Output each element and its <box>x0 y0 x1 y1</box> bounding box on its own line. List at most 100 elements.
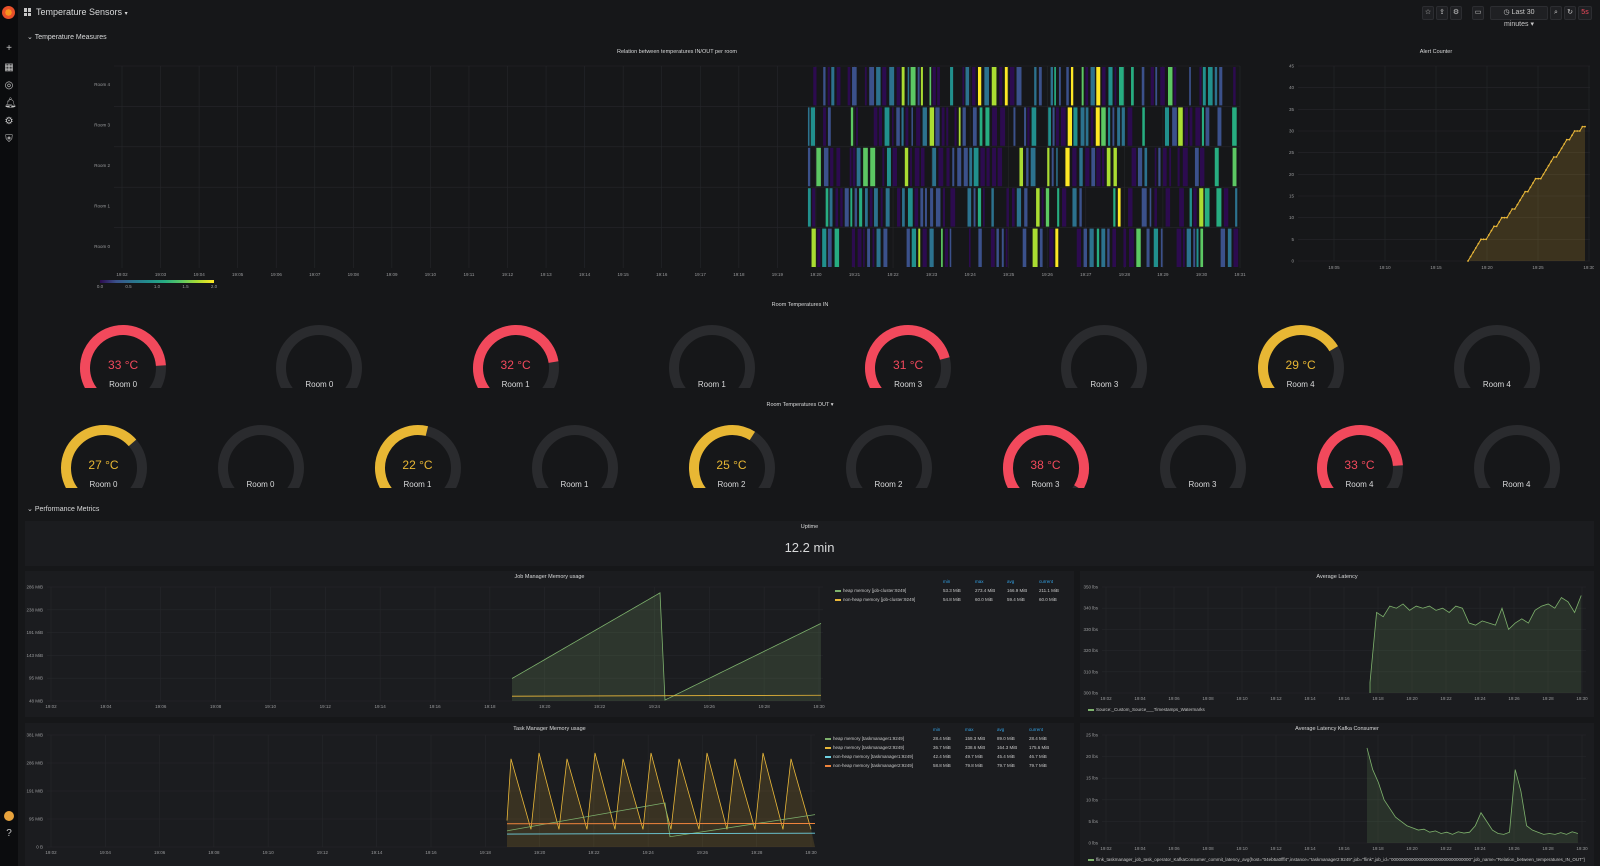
help-icon[interactable]: ? <box>4 829 14 839</box>
heatmap-cell <box>932 67 936 106</box>
average-latency-legend[interactable]: Source:_Custom_Source___Timestamps_Water… <box>1088 707 1205 712</box>
legend-value: 49.7 MiB <box>965 754 983 759</box>
kafka-x-label: 19:04 <box>1134 846 1146 851</box>
refresh-icon[interactable]: ↻ <box>1564 6 1576 20</box>
zoom-out-icon[interactable]: ⌕ <box>1550 6 1562 20</box>
legend-header[interactable]: current <box>1029 727 1043 732</box>
heatmap-cell <box>1057 188 1060 227</box>
gauge-value: 38 °C <box>1030 458 1061 472</box>
legend-header[interactable]: max <box>975 579 984 584</box>
kafka-x-label: 19:12 <box>1270 846 1282 851</box>
heatmap-cell <box>884 107 890 146</box>
plus-icon[interactable]: + <box>4 44 14 54</box>
legend-series[interactable]: heap memory [taskmanager1:9249] <box>825 736 904 741</box>
heatmap-scale-label: 1.0 <box>154 284 161 289</box>
heatmap-cell <box>992 107 997 146</box>
legend-header[interactable]: current <box>1039 579 1053 584</box>
heatmap-cell <box>1024 107 1027 146</box>
alert-y-label: 25 <box>1289 150 1295 155</box>
heatmap-cell <box>872 228 875 267</box>
heatmap-cell <box>1155 67 1158 106</box>
heatmap-cell <box>1066 67 1069 106</box>
heatmap-cell <box>1080 107 1085 146</box>
legend-series[interactable]: non-heap memory [job-cluster:9249] <box>835 597 915 602</box>
legend-header[interactable]: max <box>965 727 974 732</box>
dashboards-icon[interactable]: ▦ <box>4 63 14 73</box>
heatmap-x-label: 19:23 <box>926 272 938 277</box>
heatmap-cell <box>1081 67 1084 106</box>
row-performance-metrics[interactable]: ⌄ Performance Metrics <box>27 505 99 513</box>
kafka-latency-legend[interactable]: flink_taskmanager_job_task_operator_Kafk… <box>1088 857 1588 862</box>
heatmap-cell <box>929 107 935 146</box>
uptime-value: 12.2 min <box>784 540 835 555</box>
heatmap-cell <box>946 107 949 146</box>
settings-icon[interactable]: ⚙ <box>1450 6 1462 20</box>
time-range-picker[interactable]: ◷ Last 30 minutes ▾ <box>1490 6 1548 28</box>
heatmap-cell <box>1165 188 1171 227</box>
gauges-out-title[interactable]: Room Temperatures OUT ▾ <box>0 402 1600 408</box>
taskmem-x-label: 19:12 <box>317 850 329 855</box>
gear-icon[interactable]: ⚙ <box>4 117 14 127</box>
legend-header[interactable]: min <box>933 727 940 732</box>
legend-value: 46.7 MiB <box>1029 754 1047 759</box>
avatar[interactable] <box>4 811 14 821</box>
heatmap-cell <box>869 67 875 106</box>
gauge-label: Room 2 <box>717 480 746 489</box>
jobmem-x-label: 19:22 <box>594 704 606 709</box>
heatmap-cell <box>812 188 816 227</box>
heatmap-cell <box>856 107 858 146</box>
gauge: Room 0 <box>206 418 316 508</box>
heatmap-cell <box>914 147 920 187</box>
heatmap-cell <box>941 228 943 267</box>
legend-series[interactable]: non-heap memory [taskmanager1:9249] <box>825 754 913 759</box>
legend-value: 42.4 MiB <box>933 754 951 759</box>
heatmap-cell <box>807 107 810 146</box>
legend-series[interactable]: non-heap memory [taskmanager2:9249] <box>825 763 913 768</box>
legend-value: 45.4 MiB <box>997 754 1015 759</box>
legend-header[interactable]: avg <box>997 727 1004 732</box>
kafka-x-label: 19:10 <box>1236 846 1248 851</box>
tv-icon[interactable]: ▭ <box>1472 6 1484 20</box>
grafana-logo[interactable] <box>2 6 15 19</box>
refresh-interval[interactable]: 5s <box>1578 6 1592 20</box>
dashboard-title[interactable]: Temperature Sensors ▾ <box>36 7 128 17</box>
heatmap-cell <box>977 188 982 227</box>
alert-point <box>1500 216 1503 219</box>
heatmap-cell <box>825 188 829 227</box>
gauge-label: Room 0 <box>109 380 138 389</box>
legend-header[interactable]: min <box>943 579 950 584</box>
explore-icon[interactable]: ◎ <box>4 81 14 91</box>
legend-header[interactable]: avg <box>1007 579 1014 584</box>
heatmap-cell <box>1072 147 1077 187</box>
legend-series[interactable]: heap memory [job-cluster:9249] <box>835 588 906 593</box>
legend-value: 211.1 MiB <box>1039 588 1059 593</box>
legend-value: 79.7 MiB <box>997 763 1015 768</box>
heatmap-cell <box>850 188 853 227</box>
alert-point <box>1565 138 1568 141</box>
share-icon[interactable]: ⇪ <box>1436 6 1448 20</box>
jobmem-x-label: 19:10 <box>265 704 277 709</box>
jobmem-x-label: 19:18 <box>484 704 496 709</box>
heatmap-x-label: 19:19 <box>772 272 784 277</box>
star-icon[interactable]: ☆ <box>1422 6 1434 20</box>
alert-icon[interactable]: 🔔︎ <box>4 99 17 109</box>
taskmem-y-label: 0 B <box>36 845 43 850</box>
heatmap-cell <box>1047 147 1050 187</box>
shield-icon[interactable]: ⛨ <box>4 135 14 145</box>
legend-series[interactable]: heap memory [taskmanager2:9249] <box>825 745 904 750</box>
legend-value: 273.4 MiB <box>975 588 996 593</box>
heatmap-x-label: 19:02 <box>116 272 128 277</box>
row-temperature-measures[interactable]: ⌄ Temperature Measures <box>27 33 107 41</box>
heatmap-cell <box>901 107 904 146</box>
alert-counter-chart: 45 40 35 30 25 20 15 10 5 0 19:05 19:10 19:15 19:20 19… <box>1289 64 1594 271</box>
heatmap-cell <box>979 107 983 146</box>
alert-point <box>1498 221 1501 223</box>
alert-point <box>1495 225 1498 228</box>
heatmap-cell <box>1177 147 1180 187</box>
gauges-in-title: Room Temperatures IN <box>771 302 829 308</box>
heatmap-cell <box>849 147 852 187</box>
heatmap-cell <box>896 67 901 106</box>
taskmem-x-label: 19:06 <box>154 850 166 855</box>
alert-point <box>1511 208 1514 210</box>
heatmap-cell <box>1214 147 1219 187</box>
